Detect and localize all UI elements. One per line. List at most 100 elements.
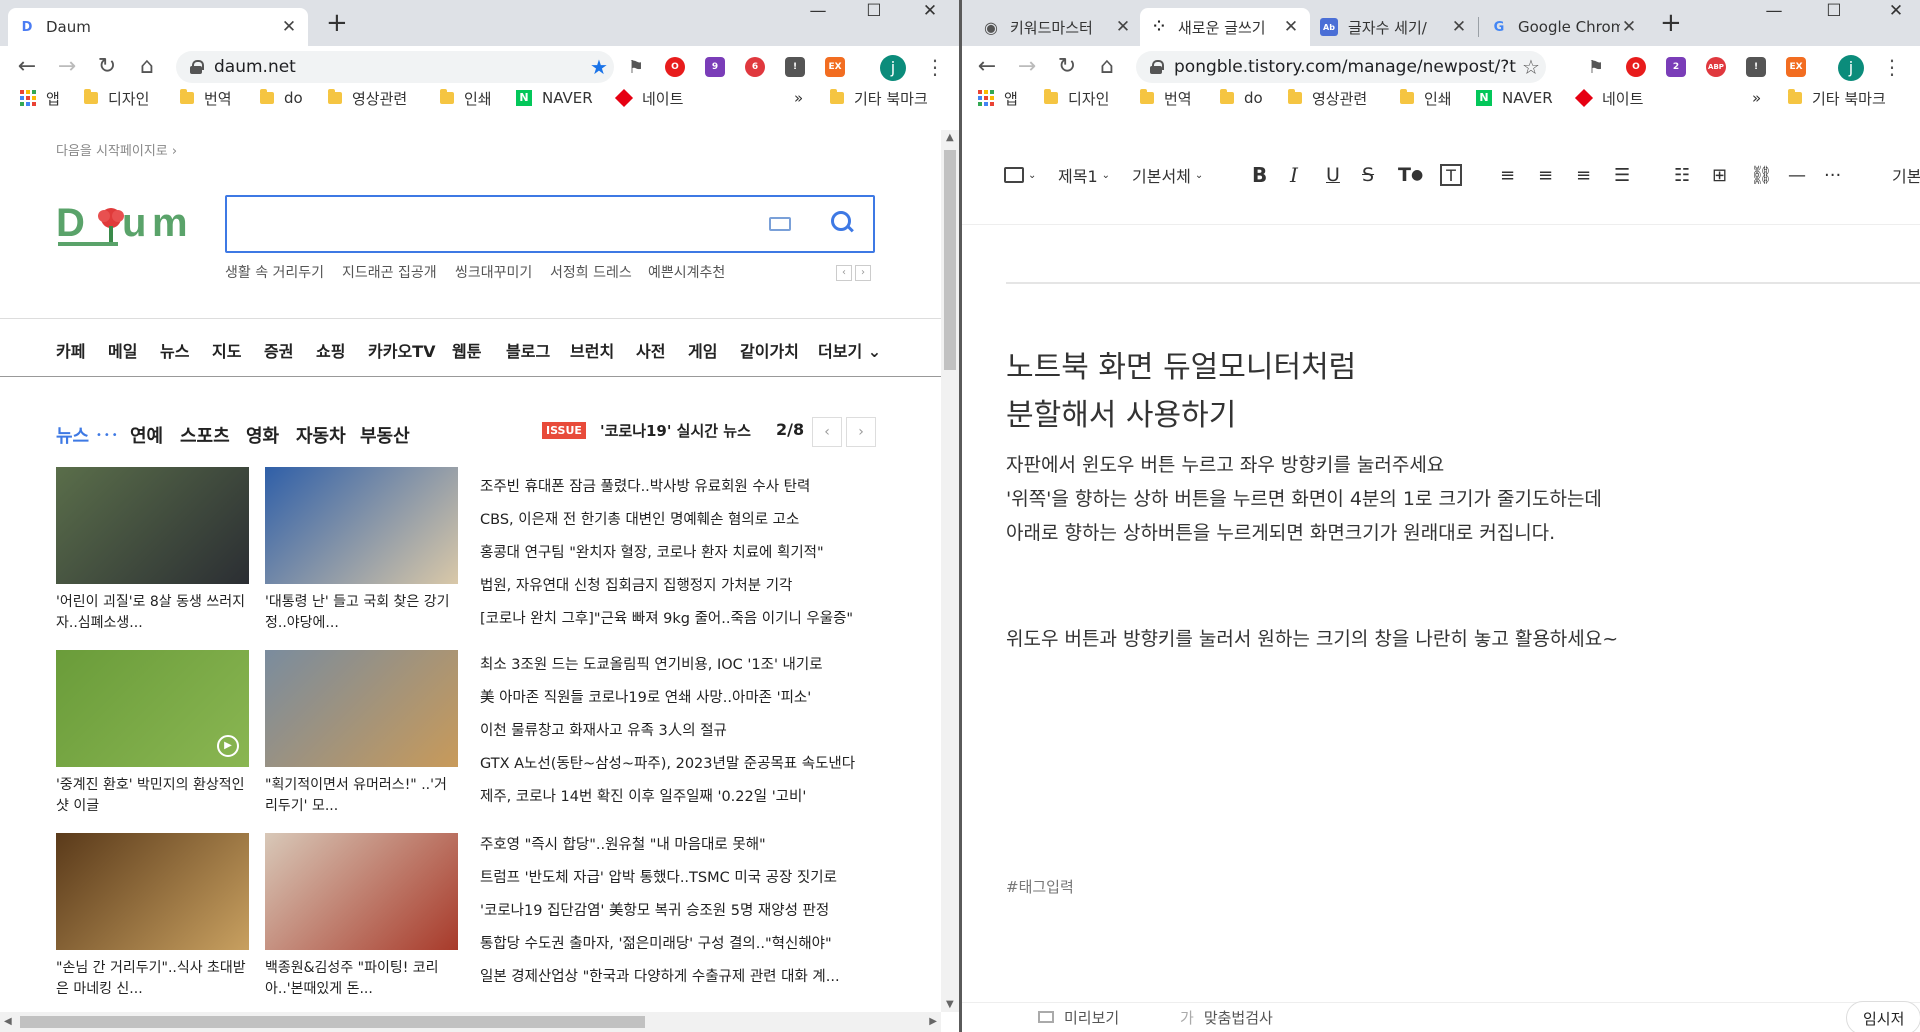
url-text[interactable]: daum.net (214, 57, 584, 77)
close-window-button[interactable]: ✕ (1874, 0, 1918, 24)
horizontal-rule-icon[interactable]: — (1788, 160, 1806, 190)
align-justify-icon[interactable]: ☰ (1614, 160, 1630, 190)
tab-google-chrome[interactable]: G Google Chrome ✕ (1480, 8, 1648, 46)
bookmark-nate[interactable]: 네이트 (1574, 88, 1643, 108)
search-field[interactable] (237, 207, 737, 241)
minimize-button[interactable]: — (1752, 0, 1796, 24)
align-left-icon[interactable]: ≡ (1500, 160, 1515, 190)
other-bookmarks[interactable]: 기타 북마크 (830, 88, 928, 108)
close-tab-icon[interactable]: ✕ (1114, 17, 1132, 37)
headline-link[interactable]: 美 아마존 직원들 코로나19로 연쇄 사망..아마존 '피소' (480, 686, 880, 707)
news-tab-realestate[interactable]: 부동산 (360, 422, 410, 448)
post-body-line[interactable]: 위도우 버튼과 방향키를 눌러서 원하는 크기의 창을 나란히 놓고 활용하세요… (1006, 624, 1618, 651)
reader-icon[interactable]: ! (1746, 57, 1766, 77)
news-tab-car[interactable]: 자동차 (296, 422, 346, 448)
back-icon[interactable]: ← (974, 54, 1000, 80)
search-icon[interactable] (831, 211, 853, 233)
address-bar[interactable]: pongble.tistory.com/manage/newpost/?t...… (1136, 51, 1546, 83)
news-tab-movie[interactable]: 영화 (246, 422, 279, 448)
video-thumbnail[interactable]: ▶ (56, 650, 249, 767)
keyword-link[interactable]: 지드래곤 집공개 (342, 262, 437, 282)
news-thumbnail[interactable] (56, 833, 249, 950)
extension-ex-icon[interactable]: EX (1786, 57, 1806, 77)
startpage-link[interactable]: 다음을 시작페이지로 › (56, 140, 177, 159)
headline-link[interactable]: '코로나19 집단감염' 美항모 복귀 승조원 5명 재양성 판정 (480, 899, 880, 920)
news-tab-entertainment[interactable]: 연예 (130, 422, 163, 448)
keyword-prev-button[interactable]: ‹ (836, 265, 852, 281)
url-text[interactable]: pongble.tistory.com/manage/newpost/?t... (1174, 57, 1516, 77)
text-background-button[interactable]: T (1440, 164, 1462, 186)
home-icon[interactable]: ⌂ (1094, 54, 1120, 80)
tab-daum[interactable]: D Daum ✕ (8, 8, 308, 46)
close-window-button[interactable]: ✕ (908, 0, 952, 24)
underline-button[interactable]: U (1326, 160, 1340, 190)
tag-input[interactable]: #태그입력 (1006, 876, 1074, 897)
headline-link[interactable]: [코로나 완치 그후]"근육 빠져 9kg 줄어..죽음 이기니 우울증" (480, 607, 880, 628)
menu-news[interactable]: 뉴스 (160, 338, 189, 362)
menu-kakaotv[interactable]: 카카오TV (368, 338, 435, 362)
headline-link[interactable]: 법원, 자유연대 신청 집회금지 집행정지 가처분 기각 (480, 574, 880, 595)
strikethrough-button[interactable]: S (1362, 160, 1374, 190)
reload-icon[interactable]: ↻ (1054, 54, 1080, 80)
home-icon[interactable]: ⌂ (134, 54, 160, 80)
align-center-icon[interactable]: ≡ (1538, 160, 1553, 190)
search-input[interactable] (225, 195, 875, 253)
adblock-icon[interactable]: 6 (745, 57, 765, 77)
back-icon[interactable]: ← (14, 54, 40, 80)
forward-icon[interactable]: → (1014, 54, 1040, 80)
bookmark-folder[interactable]: 영상관련 (1288, 88, 1367, 108)
bookmarks-more[interactable]: » (794, 88, 803, 108)
bookmark-naver[interactable]: N NAVER (516, 88, 593, 108)
bookmark-star-icon[interactable]: ★ (584, 57, 614, 77)
headline-link[interactable]: 통합당 수도권 출마자, '젊은미래당' 구성 결의.."혁신해야" (480, 932, 880, 953)
issue-title[interactable]: '코로나19' 실시간 뉴스 (600, 420, 751, 441)
menu-stock[interactable]: 증권 (264, 338, 293, 362)
keyword-link[interactable]: 생활 속 거리두기 (225, 262, 324, 282)
minimize-button[interactable]: — (796, 0, 840, 24)
bookmark-folder[interactable]: 번역 (1140, 88, 1192, 108)
close-tab-icon[interactable]: ✕ (280, 17, 298, 37)
extension-ex-icon[interactable]: EX (825, 57, 845, 77)
headline-link[interactable]: CBS, 이은재 전 한기총 대변인 명예훼손 혐의로 고소 (480, 508, 880, 529)
bookmark-apps[interactable]: 앱 (978, 88, 1018, 108)
scroll-right-icon[interactable]: ▶ (929, 1016, 937, 1027)
tab-new-post[interactable]: ⁘ 새로운 글쓰기 ✕ (1140, 8, 1310, 46)
scroll-thumb[interactable] (20, 1016, 645, 1028)
maximize-button[interactable]: ☐ (1812, 0, 1856, 24)
scroll-up-icon[interactable]: ▲ (946, 132, 954, 143)
news-caption[interactable]: '중계진 환호' 박민지의 환상적인 샷 이글 (56, 775, 246, 817)
bookmark-folder[interactable]: 디자인 (1044, 88, 1109, 108)
keyword-link[interactable]: 씽크대꾸미기 (455, 262, 532, 282)
menu-more[interactable]: 더보기 ⌄ (818, 338, 881, 362)
issue-prev-button[interactable]: ‹ (812, 417, 842, 447)
post-body-line[interactable]: 아래로 향하는 상하버튼을 누르게되면 화면크기가 원래대로 커집니다. (1006, 518, 1555, 545)
bookmark-folder[interactable]: do (260, 88, 303, 108)
bookmark-folder[interactable]: 인쇄 (1400, 88, 1452, 108)
headline-link[interactable]: 제주, 코로나 14번 확진 이후 일주일째 '0.22일 '고비' (480, 785, 880, 806)
headline-link[interactable]: 이천 물류창고 화재사고 유족 3人의 절규 (480, 719, 880, 740)
menu-mail[interactable]: 메일 (108, 338, 137, 362)
menu-together[interactable]: 같이가치 (740, 338, 799, 362)
maximize-button[interactable]: ☐ (852, 0, 896, 24)
post-title-line[interactable]: 분할해서 사용하기 (1006, 390, 1236, 434)
heading-select[interactable]: 제목1 ⌄ (1058, 160, 1110, 190)
news-caption[interactable]: 백종원&김성주 "파이팅! 코리아..'본때있게 돈... (265, 958, 455, 1000)
adblock-icon[interactable]: ABP (1706, 57, 1726, 77)
preview-button[interactable]: 미리보기 (1038, 1007, 1119, 1028)
headline-link[interactable]: 일본 경제산업상 "한국과 다양하게 수출규제 관련 대화 계... (480, 965, 880, 986)
headline-link[interactable]: 조주빈 휴대폰 잠금 풀렸다..박사방 유료회원 수사 탄력 (480, 475, 880, 496)
chrome-menu-icon[interactable]: ⋮ (925, 55, 945, 79)
reader-icon[interactable]: ! (785, 57, 805, 77)
post-title-line[interactable]: 노트북 화면 듀얼모니터처럼 (1006, 342, 1356, 386)
keyword-link[interactable]: 서정희 드레스 (550, 262, 632, 282)
post-body-line[interactable]: 자판에서 윈도우 버튼 누르고 좌우 방향키를 눌러주세요 (1006, 450, 1444, 477)
keyword-next-button[interactable]: › (855, 265, 871, 281)
tab-keyword-master[interactable]: ◉ 키워드마스터 ✕ (972, 8, 1142, 46)
news-caption[interactable]: '대통령 난' 들고 국회 찾은 강기정..야당에... (265, 592, 455, 634)
tab-char-counter[interactable]: Ab 글자수 세기/ ✕ (1310, 8, 1478, 46)
forward-icon[interactable]: → (54, 54, 80, 80)
news-tab-news[interactable]: 뉴스 (56, 422, 89, 448)
bookmark-folder[interactable]: 번역 (180, 88, 232, 108)
chrome-menu-icon[interactable]: ⋮ (1882, 55, 1902, 79)
news-caption[interactable]: '어린이 괴질'로 8살 동생 쓰러지자..심폐소생... (56, 592, 246, 634)
